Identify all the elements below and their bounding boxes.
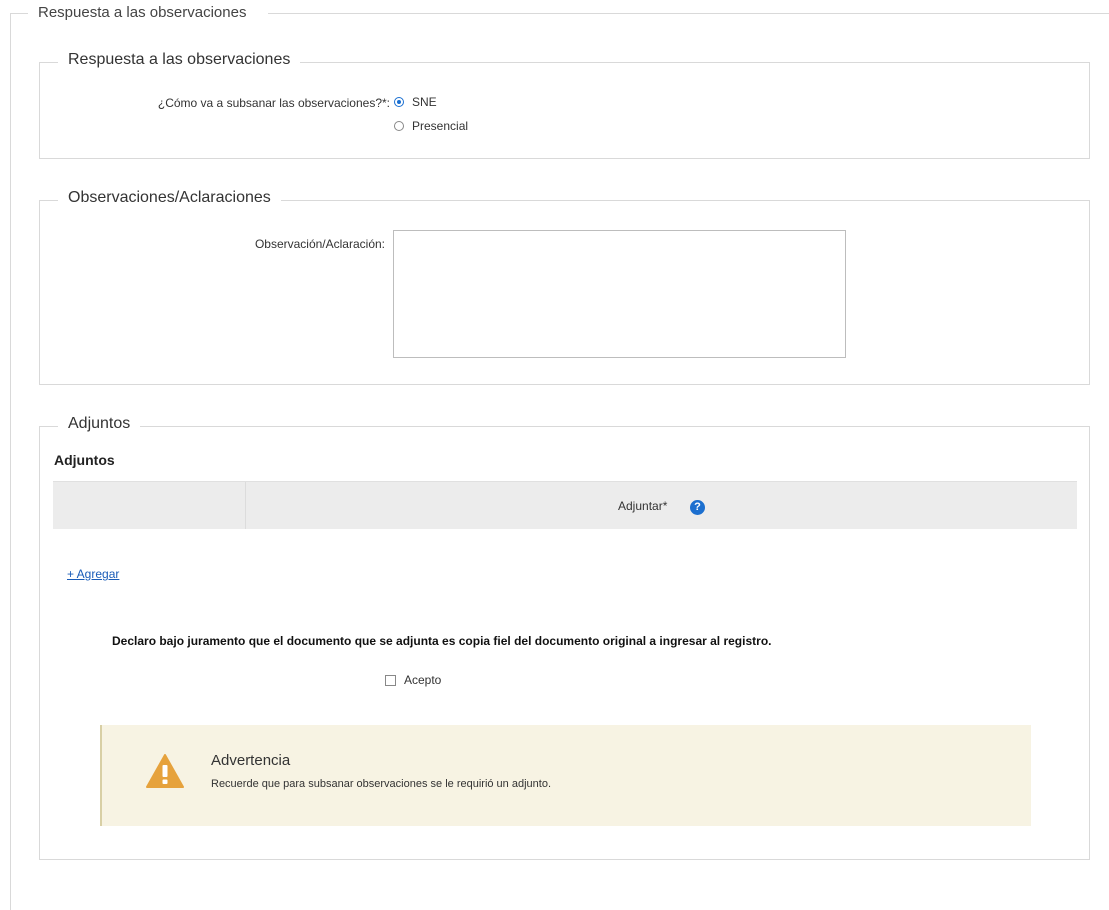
adjuntos-legend: Adjuntos bbox=[58, 415, 141, 433]
outer-fieldset-border-right bbox=[268, 13, 1109, 14]
help-icon[interactable]: ? bbox=[690, 500, 705, 515]
observacion-textarea[interactable] bbox=[393, 230, 846, 358]
warning-text: Recuerde que para subsanar observaciones… bbox=[211, 778, 551, 790]
accept-checkbox[interactable]: Acepto bbox=[385, 673, 441, 687]
adjuntar-header-label: Adjuntar* bbox=[618, 499, 668, 513]
table-header-empty-cell bbox=[53, 482, 246, 529]
declaration-text: Declaro bajo juramento que el documento … bbox=[112, 634, 772, 648]
warning-alert: Advertencia Recuerde que para subsanar o… bbox=[100, 725, 1031, 826]
radio-checked-icon bbox=[394, 97, 404, 107]
observacion-label: Observación/Aclaración: bbox=[254, 237, 385, 251]
add-attachment-link[interactable]: + Agregar bbox=[67, 567, 119, 581]
outer-fieldset-border bbox=[10, 13, 28, 14]
warning-title: Advertencia bbox=[211, 752, 291, 769]
radio-unchecked-icon bbox=[394, 121, 404, 131]
observaciones-legend: Observaciones/Aclaraciones bbox=[58, 189, 281, 207]
adjuntos-table-header: Adjuntar* ? bbox=[53, 481, 1077, 529]
radio-label-sne: SNE bbox=[412, 95, 437, 109]
observaciones-fieldset: Observaciones/Aclaraciones Observación/A… bbox=[39, 189, 1090, 385]
radio-option-sne[interactable]: SNE bbox=[394, 95, 437, 109]
adjuntos-fieldset: Adjuntos Adjuntos Adjuntar* ? + Agregar … bbox=[39, 415, 1090, 860]
respuesta-fieldset: Respuesta a las observaciones ¿Cómo va a… bbox=[39, 51, 1090, 159]
warning-icon bbox=[146, 754, 184, 788]
radio-label-presencial: Presencial bbox=[412, 119, 469, 133]
outer-legend: Respuesta a las observaciones bbox=[38, 4, 247, 21]
outer-fieldset-left-border bbox=[10, 13, 11, 910]
checkbox-unchecked-icon bbox=[385, 674, 396, 686]
subsanar-question-label: ¿Cómo va a subsanar las observaciones?*: bbox=[157, 96, 390, 110]
adjuntos-subtitle: Adjuntos bbox=[54, 452, 115, 468]
respuesta-legend: Respuesta a las observaciones bbox=[58, 51, 301, 69]
table-header-adjuntar-cell: Adjuntar* ? bbox=[246, 482, 1077, 529]
radio-option-presencial[interactable]: Presencial bbox=[394, 119, 468, 133]
accept-label: Acepto bbox=[404, 673, 442, 687]
